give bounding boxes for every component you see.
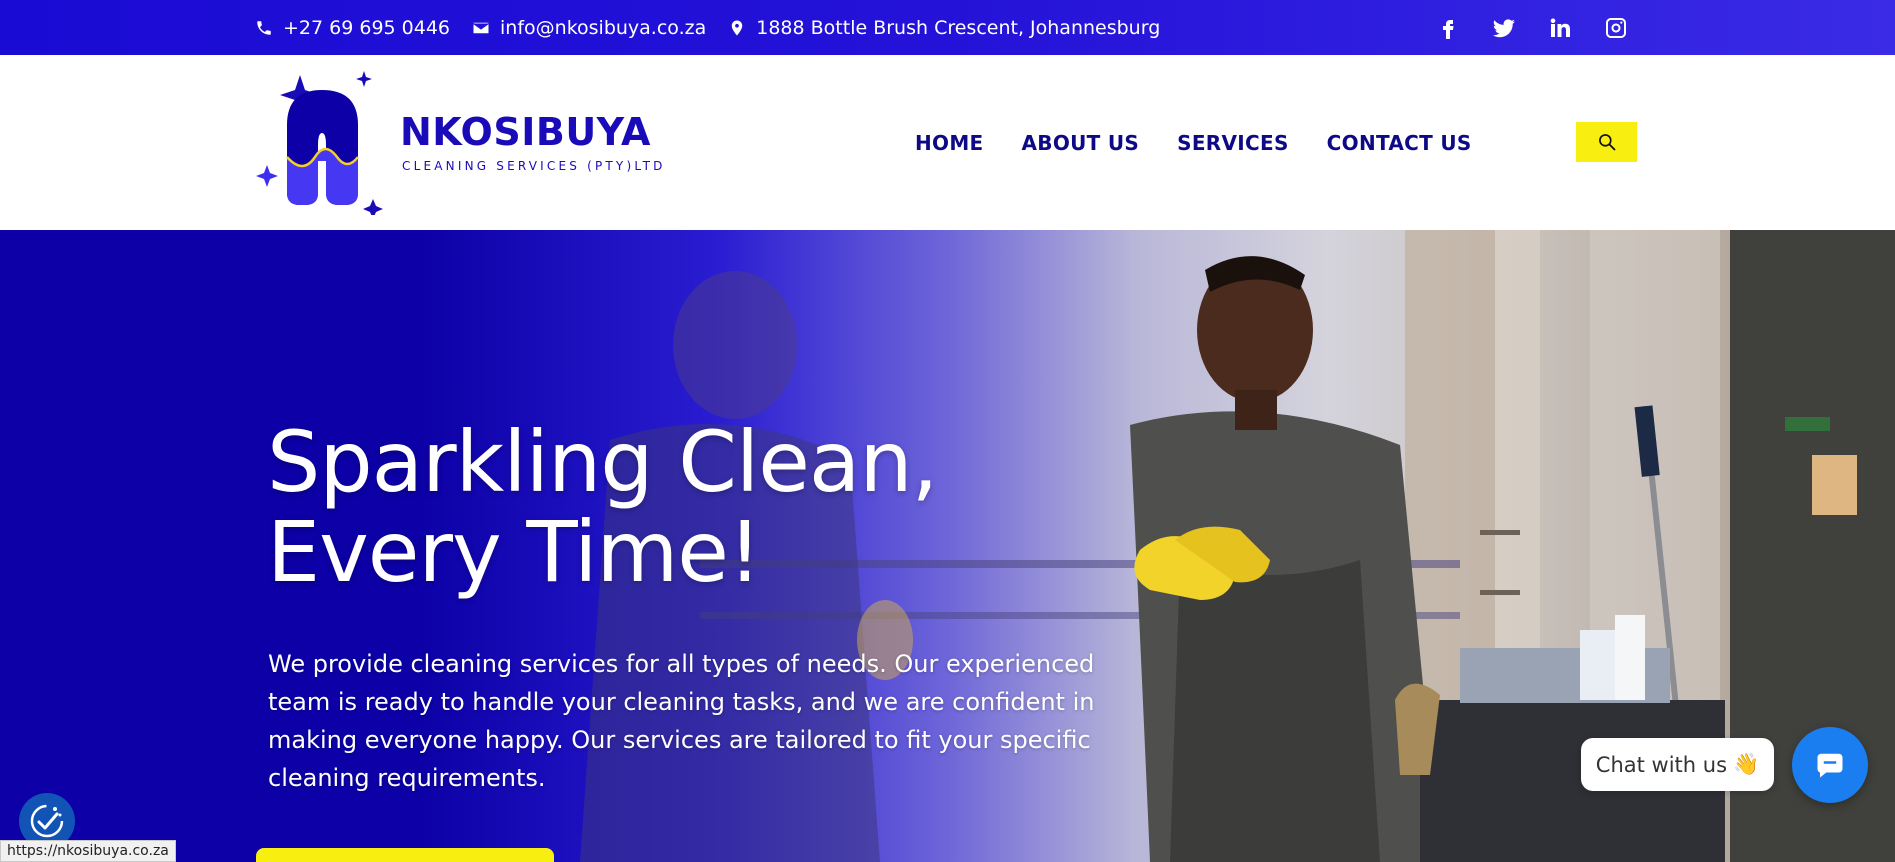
instagram-icon[interactable] (1603, 15, 1629, 41)
address-text: 1888 Bottle Brush Crescent, Johannesburg (756, 16, 1161, 39)
linkedin-icon[interactable] (1547, 15, 1573, 41)
phone-contact[interactable]: +27 69 695 0446 (255, 17, 450, 39)
chat-icon (1817, 753, 1843, 778)
cookie-settings-icon (30, 804, 64, 838)
chat-prompt-bubble[interactable]: Chat with us 👋 (1581, 738, 1774, 791)
address-contact[interactable]: 1888 Bottle Brush Crescent, Johannesburg (728, 17, 1160, 39)
email-contact[interactable]: info@nkosibuya.co.za (472, 17, 706, 39)
chat-label: Chat with us (1595, 752, 1728, 777)
contact-info: +27 69 695 0446 info@nkosibuya.co.za 188… (255, 0, 1160, 55)
envelope-icon (473, 22, 489, 33)
main-nav: HOME ABOUT US SERVICES CONTACT US (915, 55, 1472, 230)
logo-mark (256, 71, 383, 215)
hero-heading-line2: Every Time! (267, 503, 762, 601)
chat-open-button[interactable] (1792, 727, 1868, 803)
search-button[interactable] (1576, 122, 1637, 162)
email-address: info@nkosibuya.co.za (500, 16, 707, 39)
phone-icon (257, 20, 271, 35)
waving-hand-icon: 👋 (1733, 752, 1760, 776)
top-contact-bar: +27 69 695 0446 info@nkosibuya.co.za 188… (0, 0, 1895, 55)
hero-heading-line1: Sparkling Clean, (267, 413, 938, 511)
nav-contact-us[interactable]: CONTACT US (1327, 131, 1472, 155)
map-pin-icon (732, 20, 743, 35)
phone-number: +27 69 695 0446 (283, 16, 451, 39)
hero-heading: Sparkling Clean, Every Time! (267, 417, 1167, 597)
brand-name: NKOSIBUYA (400, 110, 651, 154)
facebook-icon[interactable] (1435, 15, 1461, 41)
browser-status-url: https://nkosibuya.co.za (0, 840, 176, 862)
nav-home[interactable]: HOME (915, 131, 984, 155)
site-header: NKOSIBUYA CLEANING SERVICES (PTY)LTD HOM… (0, 55, 1895, 230)
nav-about-us[interactable]: ABOUT US (1022, 131, 1140, 155)
twitter-icon[interactable] (1491, 15, 1517, 41)
brand-subtitle: CLEANING SERVICES (PTY)LTD (402, 159, 666, 173)
hero-description: We provide cleaning services for all typ… (268, 650, 1095, 792)
site-logo[interactable]: NKOSIBUYA CLEANING SERVICES (PTY)LTD (255, 65, 675, 215)
nav-services[interactable]: SERVICES (1177, 131, 1289, 155)
search-icon (1598, 134, 1615, 151)
social-links (1435, 0, 1629, 55)
hero-cta-button[interactable] (256, 848, 554, 862)
